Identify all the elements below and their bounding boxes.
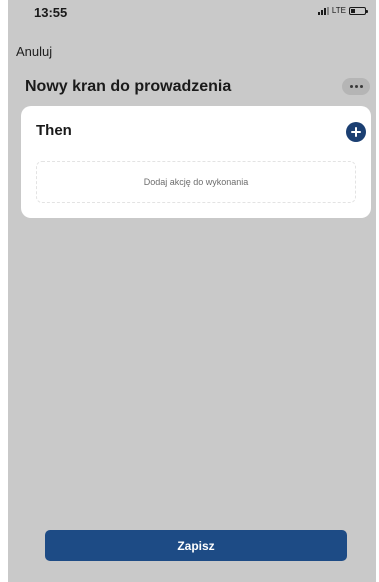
- then-card-title: Then: [36, 122, 72, 139]
- cancel-link[interactable]: Anuluj: [16, 44, 52, 59]
- signal-icon: [317, 6, 329, 15]
- battery-icon: [349, 6, 368, 15]
- app-screen: 13:55 LTE Anuluj Nowy kran do prowadzeni…: [8, 0, 376, 582]
- save-button[interactable]: Zapisz: [45, 530, 347, 561]
- status-bar: 13:55 LTE: [8, 0, 376, 22]
- more-horizontal-icon: [349, 85, 363, 88]
- then-card: Then Dodaj akcję do wykonania: [21, 106, 371, 218]
- plus-circle-icon[interactable]: [346, 122, 366, 142]
- add-action-placeholder[interactable]: Dodaj akcję do wykonania: [36, 161, 356, 203]
- more-options-button[interactable]: [342, 78, 370, 95]
- status-time: 13:55: [34, 5, 68, 20]
- add-action-label: Dodaj akcję do wykonania: [143, 177, 249, 187]
- network-type: LTE: [331, 6, 346, 15]
- status-indicators: LTE: [317, 6, 368, 15]
- page-title: Nowy kran do prowadzenia: [25, 78, 232, 95]
